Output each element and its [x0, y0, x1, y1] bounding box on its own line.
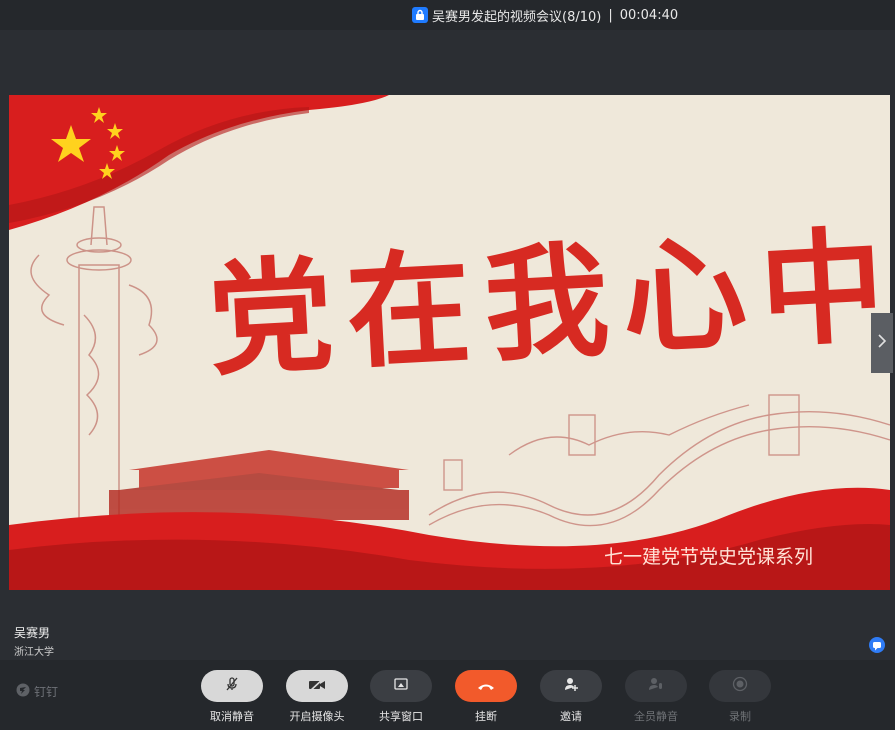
speaker-name: 吴赛男 — [14, 626, 51, 640]
chat-button[interactable] — [869, 637, 885, 653]
camera-button[interactable]: 开启摄像头 — [286, 670, 348, 723]
mute-all-icon — [648, 676, 664, 696]
brand-name: 钉钉 — [34, 685, 59, 699]
camera-off-icon — [308, 677, 326, 696]
share-window-button[interactable]: 共享窗口 — [370, 670, 432, 723]
unmute-pill[interactable] — [201, 670, 263, 702]
hang-up-pill[interactable] — [455, 670, 517, 702]
invite-button[interactable]: 邀请 — [540, 670, 602, 723]
record-button[interactable]: 录制 — [709, 670, 771, 723]
lock-shield-icon — [412, 7, 428, 23]
camera-pill[interactable] — [286, 670, 348, 702]
title-separator: | — [608, 7, 613, 23]
chat-bubble-icon — [872, 636, 882, 655]
meeting-title: 吴赛男发起的视频会议(8/10) — [432, 9, 602, 25]
elapsed-time: 00:04:40 — [619, 7, 679, 23]
microphone-muted-icon — [224, 676, 240, 696]
mute-all-pill[interactable] — [625, 670, 687, 702]
invite-pill[interactable] — [540, 670, 602, 702]
dingtalk-logo-icon — [16, 683, 30, 700]
slide-subtitle: 七一建党节党史党课系列 — [604, 546, 813, 568]
title-bar: 吴赛男发起的视频会议(8/10) | 00:04:40 — [0, 0, 895, 30]
next-page-button[interactable] — [871, 313, 893, 373]
mute-all-button[interactable]: 全员静音 — [625, 670, 687, 723]
brand-logo: 钉钉 — [16, 683, 58, 700]
meeting-title-group: 吴赛男发起的视频会议(8/10) | 00:04:40 — [412, 6, 679, 25]
share-window-pill[interactable] — [370, 670, 432, 702]
invite-user-icon — [563, 676, 579, 696]
hang-up-button[interactable]: 挂断 — [455, 670, 517, 723]
record-label: 录制 — [729, 710, 751, 723]
share-window-icon — [393, 677, 409, 696]
record-pill[interactable] — [709, 670, 771, 702]
chevron-right-icon — [877, 333, 887, 353]
speaker-organization: 浙江大学 — [14, 647, 54, 658]
unmute-button[interactable]: 取消静音 — [201, 670, 263, 723]
hang-up-icon — [477, 677, 495, 696]
record-icon — [732, 676, 748, 696]
shared-slide: 党在我心中 七一建党节党史党课系列 — [9, 95, 890, 590]
